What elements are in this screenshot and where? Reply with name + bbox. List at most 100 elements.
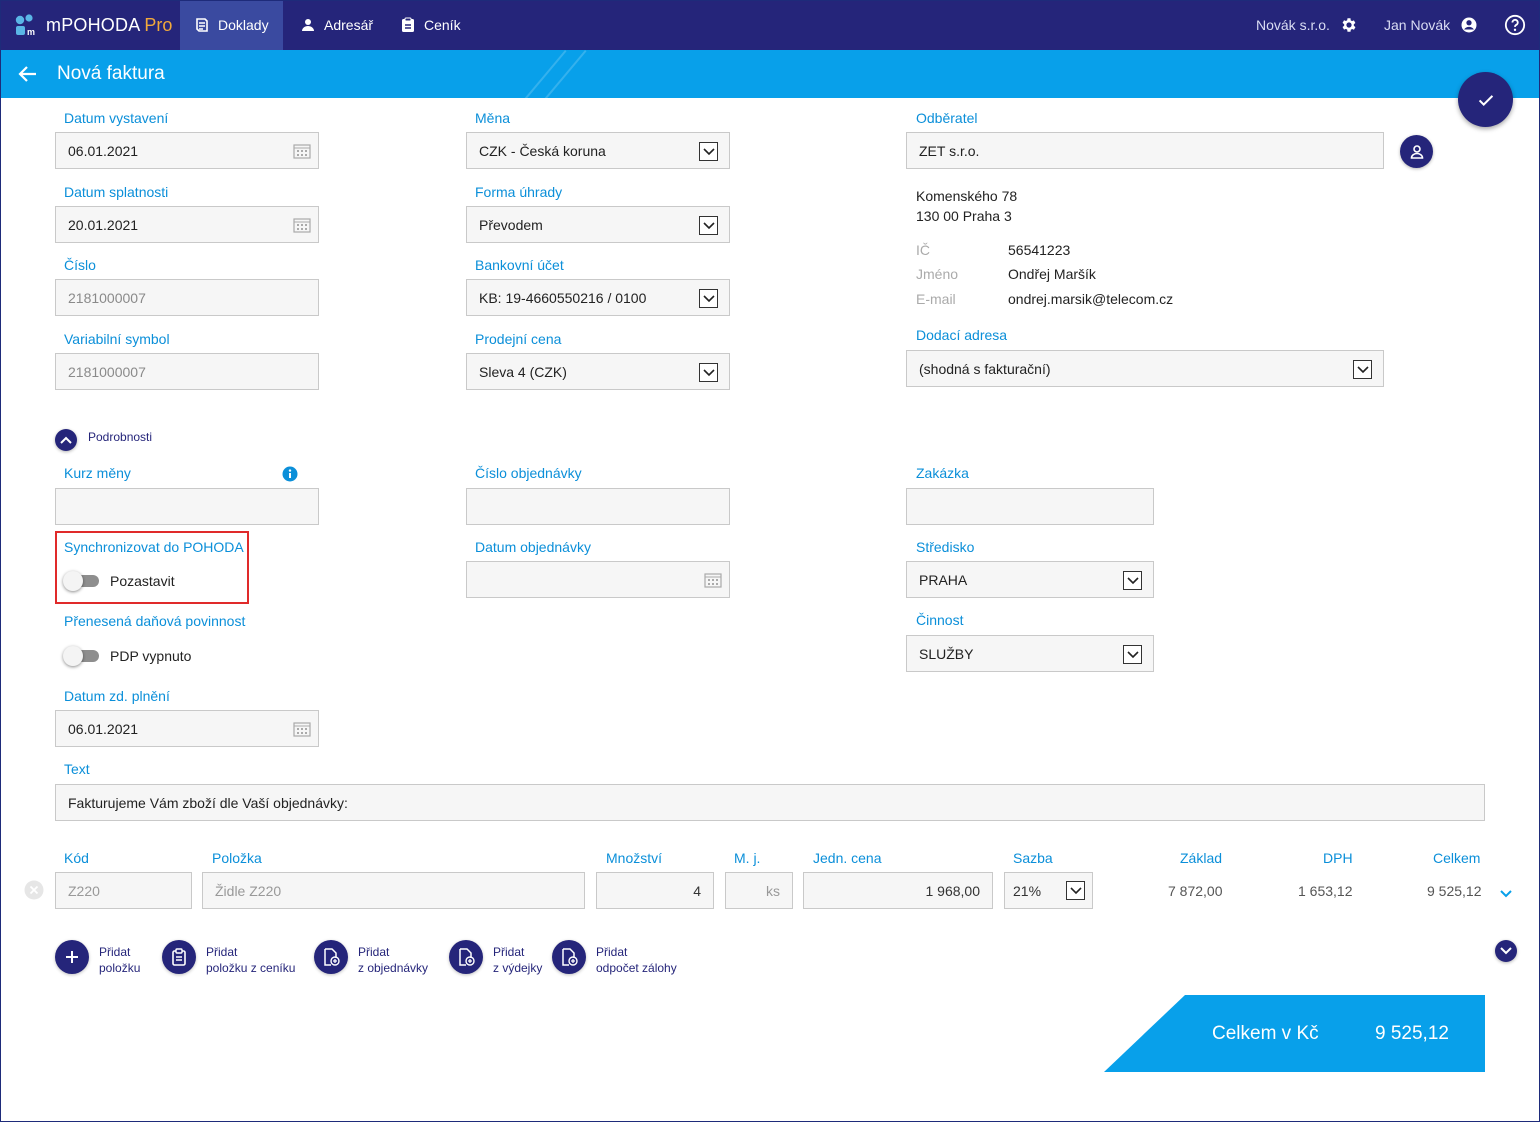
confirm-button[interactable] — [1458, 72, 1513, 127]
total-value: 9 525,12 — [1375, 1023, 1449, 1044]
company-selector[interactable]: Novák s.r.o. — [1256, 0, 1358, 50]
add-from-order-button[interactable]: Přidat z objednávky — [314, 940, 428, 976]
remove-row-icon[interactable] — [24, 880, 44, 903]
account-circle-icon[interactable] — [1460, 16, 1478, 34]
bankovni-ucet-label: Bankovní účet — [475, 257, 564, 273]
expand-row-icon[interactable] — [1497, 884, 1515, 905]
tab-doklady[interactable]: Doklady — [180, 0, 283, 50]
chevron-down-icon[interactable] — [1123, 571, 1142, 590]
chevron-up-icon — [60, 436, 72, 444]
bankovni-ucet-value: KB: 19-4660550216 / 0100 — [479, 289, 647, 306]
action-label-1: Přidat — [596, 945, 628, 959]
add-item-button[interactable]: Přidat položku — [55, 940, 140, 976]
variabilni-symbol-field[interactable]: 2181000007 — [55, 353, 319, 390]
add-from-delivery-note-button[interactable]: Přidat z výdejky — [449, 940, 542, 976]
tab-cenik[interactable]: Ceník — [386, 0, 475, 50]
stredisko-select[interactable]: PRAHA — [906, 561, 1154, 598]
total-summary: Celkem v Kč 9 525,12 — [1104, 995, 1485, 1072]
person-icon — [300, 17, 316, 33]
row-mnozstvi-input[interactable]: 4 — [596, 872, 714, 909]
text-input[interactable]: Fakturujeme Vám zboží dle Vaší objednávk… — [55, 784, 1485, 821]
gear-icon[interactable] — [1340, 16, 1358, 34]
dodaci-adresa-label: Dodací adresa — [916, 327, 1008, 343]
select-customer-button[interactable] — [1400, 135, 1433, 168]
text-value: Fakturujeme Vám zboží dle Vaší objednávk… — [68, 794, 348, 811]
chevron-down-icon[interactable] — [699, 363, 718, 382]
datum-zd-plneni-field[interactable]: 06.01.2021 — [55, 710, 319, 747]
row-jedn-cena-input[interactable]: 1 968,00 — [803, 872, 993, 909]
col-header-celkem: Celkem — [1433, 850, 1481, 866]
stredisko-label: Středisko — [916, 539, 975, 555]
stredisko-value: PRAHA — [919, 571, 968, 588]
prenesena-toggle[interactable] — [63, 645, 99, 667]
action-label-1: Přidat — [358, 945, 390, 959]
prenesena-toggle-label: PDP vypnuto — [110, 648, 192, 664]
podrobnosti-label: Podrobnosti — [88, 430, 153, 444]
variabilni-symbol-label: Variabilní symbol — [64, 331, 170, 347]
app-logo[interactable]: m mPOHODA Pro — [14, 12, 172, 38]
row-mj-value: ks — [766, 882, 780, 899]
user-name: Jan Novák — [1384, 17, 1451, 33]
info-icon[interactable] — [282, 466, 298, 485]
add-advance-deduction-button[interactable]: Přidat odpočet zálohy — [552, 940, 677, 976]
tab-adresar[interactable]: Adresář — [286, 0, 387, 50]
synchronizovat-toggle[interactable] — [63, 570, 99, 592]
app-edition: Pro — [144, 14, 173, 35]
cislo-objednavky-input[interactable] — [466, 488, 730, 525]
prenesena-label: Přenesená daňová povinnost — [64, 613, 246, 629]
datum-objednavky-field[interactable] — [466, 561, 730, 598]
datum-zd-plneni-value: 06.01.2021 — [68, 720, 139, 737]
calendar-icon[interactable] — [293, 721, 311, 740]
datum-vystaveni-field[interactable]: 06.01.2021 — [55, 132, 319, 169]
row-dph-value: 1 653,12 — [1298, 883, 1353, 899]
back-arrow-icon[interactable] — [16, 62, 40, 86]
kurz-meny-input[interactable] — [55, 488, 319, 525]
datum-objednavky-label: Datum objednávky — [475, 539, 591, 555]
cinnost-select[interactable]: SLUŽBY — [906, 635, 1154, 672]
row-kod-value: Z220 — [68, 882, 100, 899]
chevron-down-icon[interactable] — [1353, 360, 1372, 379]
chevron-down-icon[interactable] — [1066, 881, 1085, 900]
chevron-down-icon[interactable] — [699, 289, 718, 308]
datum-vystaveni-label: Datum vystavení — [64, 110, 169, 126]
add-item-from-pricelist-button[interactable]: Přidat položku z ceníku — [162, 940, 295, 976]
datum-splatnosti-field[interactable]: 20.01.2021 — [55, 206, 319, 243]
collapse-details-button[interactable] — [55, 429, 77, 451]
cislo-field[interactable]: 2181000007 — [55, 279, 319, 316]
customer-jmeno-value: Ondřej Maršík — [1008, 266, 1096, 282]
bankovni-ucet-select[interactable]: KB: 19-4660550216 / 0100 — [466, 279, 730, 316]
mena-select[interactable]: CZK - Česká koruna — [466, 132, 730, 169]
odberatel-label: Odběratel — [916, 110, 978, 126]
prodejni-cena-select[interactable]: Sleva 4 (CZK) — [466, 353, 730, 390]
odberatel-field[interactable]: ZET s.r.o. — [906, 132, 1384, 169]
user-menu[interactable]: Jan Novák — [1384, 0, 1478, 50]
calendar-icon[interactable] — [293, 143, 311, 162]
help-button[interactable] — [1504, 0, 1526, 50]
page-title: Nová faktura — [57, 63, 165, 84]
row-kod-input[interactable]: Z220 — [55, 872, 192, 909]
zakazka-input[interactable] — [906, 488, 1154, 525]
row-mnozstvi-value: 4 — [693, 882, 701, 899]
top-navbar: m mPOHODA Pro Doklady Adresář Ceník Nová… — [0, 0, 1540, 50]
help-icon[interactable] — [1504, 14, 1526, 36]
row-mj-input[interactable]: ks — [725, 872, 793, 909]
row-polozka-input[interactable]: Židle Z220 — [202, 872, 585, 909]
calendar-icon[interactable] — [293, 217, 311, 236]
chevron-down-icon[interactable] — [1123, 645, 1142, 664]
calendar-icon[interactable] — [704, 572, 722, 591]
expand-all-button[interactable] — [1495, 940, 1517, 962]
chevron-down-icon[interactable] — [699, 216, 718, 235]
synchronizovat-toggle-label: Pozastavit — [110, 573, 175, 589]
datum-vystaveni-value: 06.01.2021 — [68, 142, 139, 159]
datum-zd-plneni-label: Datum zd. plnění — [64, 688, 170, 704]
synchronizovat-label: Synchronizovat do POHODA — [64, 539, 244, 555]
title-bar: Nová faktura — [0, 50, 1540, 98]
forma-uhrady-select[interactable]: Převodem — [466, 206, 730, 243]
variabilni-symbol-value: 2181000007 — [68, 363, 146, 380]
chevron-down-icon[interactable] — [699, 142, 718, 161]
row-celkem-value: 9 525,12 — [1427, 883, 1482, 899]
action-label-2: odpočet zálohy — [596, 961, 677, 975]
row-sazba-select[interactable]: 21% — [1004, 872, 1093, 909]
dodaci-adresa-select[interactable]: (shodná s fakturační) — [906, 350, 1384, 387]
odberatel-value: ZET s.r.o. — [919, 142, 980, 159]
